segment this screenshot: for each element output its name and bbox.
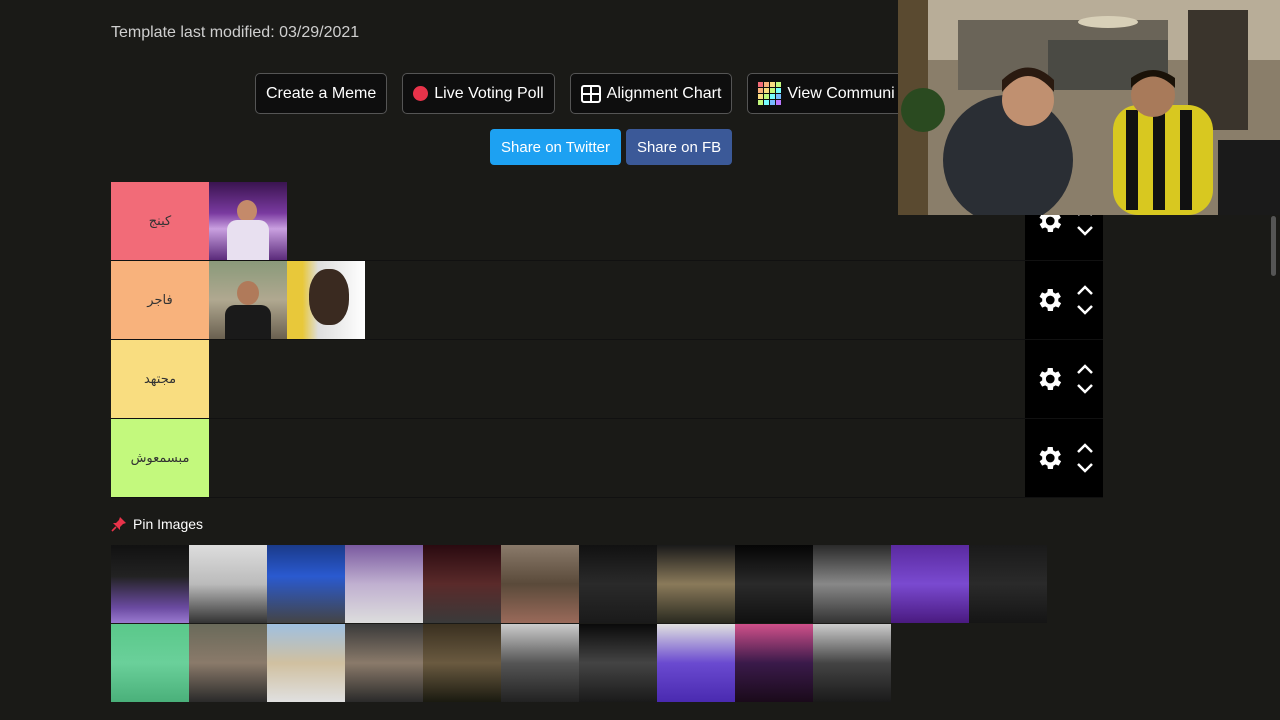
view-community-button[interactable]: View Communi [747,73,908,114]
tier-grid-icon [758,82,782,105]
record-dot-icon [413,86,429,101]
tier-controls [1025,261,1103,339]
webcam-video [898,0,1280,215]
tier-controls [1025,419,1103,497]
pool-image[interactable] [813,624,891,702]
pool-image[interactable] [657,624,735,702]
share-facebook-button[interactable]: Share on FB [625,129,733,165]
pool-image[interactable] [735,545,813,623]
create-meme-label: Create a Meme [266,84,377,102]
pool-image[interactable] [189,545,267,623]
pool-image[interactable] [579,624,657,702]
share-twitter-button[interactable]: Share on Twitter [490,129,621,165]
pool-image[interactable] [111,545,189,623]
chevron-down-icon[interactable] [1076,382,1094,396]
gear-icon[interactable] [1034,364,1064,394]
pin-images-toggle[interactable]: Pin Images [111,516,203,532]
chevron-up-icon[interactable] [1076,441,1094,455]
tier-label[interactable]: كينج [111,182,209,260]
live-poll-label: Live Voting Poll [434,84,544,102]
alignment-chart-label: Alignment Chart [606,84,722,102]
pool-image[interactable] [501,624,579,702]
pool-image[interactable] [657,545,735,623]
view-community-label: View Communi [787,84,895,102]
tier-items[interactable] [209,419,1025,497]
gear-icon[interactable] [1034,443,1064,473]
scrollbar-thumb[interactable] [1271,216,1276,276]
tier-row: مجتهد [111,340,1103,419]
pool-image[interactable] [345,624,423,702]
pin-images-label: Pin Images [133,516,204,532]
alignment-chart-button[interactable]: Alignment Chart [569,73,733,114]
chevron-down-icon[interactable] [1076,461,1094,475]
pool-image[interactable] [267,624,345,702]
chevron-down-icon[interactable] [1076,224,1094,238]
pool-image[interactable] [969,545,1047,623]
tier-label[interactable]: مبسمعوش [111,419,209,497]
rapper-image[interactable] [209,182,287,260]
pool-image[interactable] [579,545,657,623]
unranked-image-pool [111,545,1051,703]
pool-image[interactable] [267,545,345,623]
create-meme-button[interactable]: Create a Meme [255,73,388,114]
pool-image[interactable] [501,545,579,623]
rapper-image[interactable] [209,261,287,339]
pool-image[interactable] [345,545,423,623]
tier-label[interactable]: فاجر [111,261,209,339]
live-voting-poll-button[interactable]: Live Voting Poll [402,73,555,114]
gear-icon[interactable] [1034,285,1064,315]
pushpin-icon [111,517,126,532]
tier-controls [1025,340,1103,418]
chevron-up-icon[interactable] [1076,283,1094,297]
share-buttons: Share on Twitter Share on FB [490,129,733,165]
action-buttons: Create a Meme Live Voting Poll Alignment… [255,73,908,114]
pool-image[interactable] [735,624,813,702]
rapper-image[interactable] [287,261,365,339]
pool-image[interactable] [111,624,189,702]
pool-image[interactable] [813,545,891,623]
tier-row: فاجر [111,261,1103,340]
grid-icon [580,84,601,103]
pool-image[interactable] [423,624,501,702]
tier-items[interactable] [209,340,1025,418]
tier-list: كينج فاجر مجتهد مبسمعوش [111,182,1103,498]
tier-row: مبسمعوش [111,419,1103,498]
template-modified-text: Template last modified: 03/29/2021 [111,24,360,41]
pool-image[interactable] [423,545,501,623]
tier-items[interactable] [209,261,1025,339]
pool-image[interactable] [891,545,969,623]
tier-label[interactable]: مجتهد [111,340,209,418]
chevron-up-icon[interactable] [1076,362,1094,376]
chevron-down-icon[interactable] [1076,303,1094,317]
pool-image[interactable] [189,624,267,702]
webcam-overlay [898,0,1280,215]
